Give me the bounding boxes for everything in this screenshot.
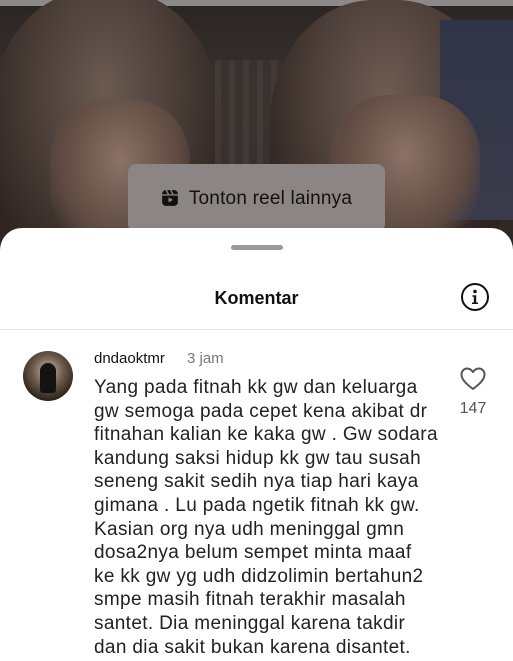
info-button[interactable]: [461, 283, 489, 311]
comment-timestamp: 3 jam: [187, 350, 224, 367]
comment-username[interactable]: dndaoktmr: [94, 350, 165, 367]
sheet-title: Komentar: [214, 288, 299, 308]
watch-more-reels-button[interactable]: Tonton reel lainnya: [128, 164, 385, 232]
comment-line: dosa2nya belum sempet minta maaf: [94, 542, 412, 564]
avatar-figure: [40, 363, 56, 393]
comment-text: Yang pada fitnah kk gw dan keluarga gw s…: [94, 376, 438, 659]
heart-outline-icon[interactable]: [460, 367, 486, 391]
reels-icon: [161, 189, 178, 206]
comment-line: Yang pada fitnah kk gw dan keluarga: [94, 377, 418, 398]
comment-line: dan dia sakit bukan karena disantet.: [94, 636, 411, 658]
avatar[interactable]: [23, 351, 73, 401]
like-count: 147: [459, 400, 487, 417]
watch-more-reels-label: Tonton reel lainnya: [188, 188, 353, 209]
sheet-drag-handle[interactable]: [231, 245, 283, 250]
sheet-divider: [0, 329, 513, 330]
comment-line: santet. Dia meninggal karena takdir: [94, 612, 406, 634]
comment-line: fitnahan kalian ke kaka gw . Gw sodara: [94, 424, 438, 446]
comment-line: gimana . Lu pada ngetik fitnah kk gw.: [94, 494, 420, 516]
comment-line: kandung saksi hidup kk gw tau susah: [94, 447, 422, 469]
comment-line: seneng sakit sedih nya tiap hari kaya: [94, 471, 419, 493]
comments-sheet: Komentar dndaoktmr 3 jam Yang pada fitna…: [0, 228, 513, 661]
info-icon: [472, 289, 478, 304]
comment-line: smpe masih fitnah terakhir masalah: [94, 589, 406, 611]
comment-line: Kasian org nya udh meninggal gmn: [94, 518, 405, 540]
comment-line: gw semoga pada cepet kena akibat dr: [94, 400, 428, 422]
comment-line: ke kk gw yg udh didzolimin bertahun2: [94, 565, 424, 587]
